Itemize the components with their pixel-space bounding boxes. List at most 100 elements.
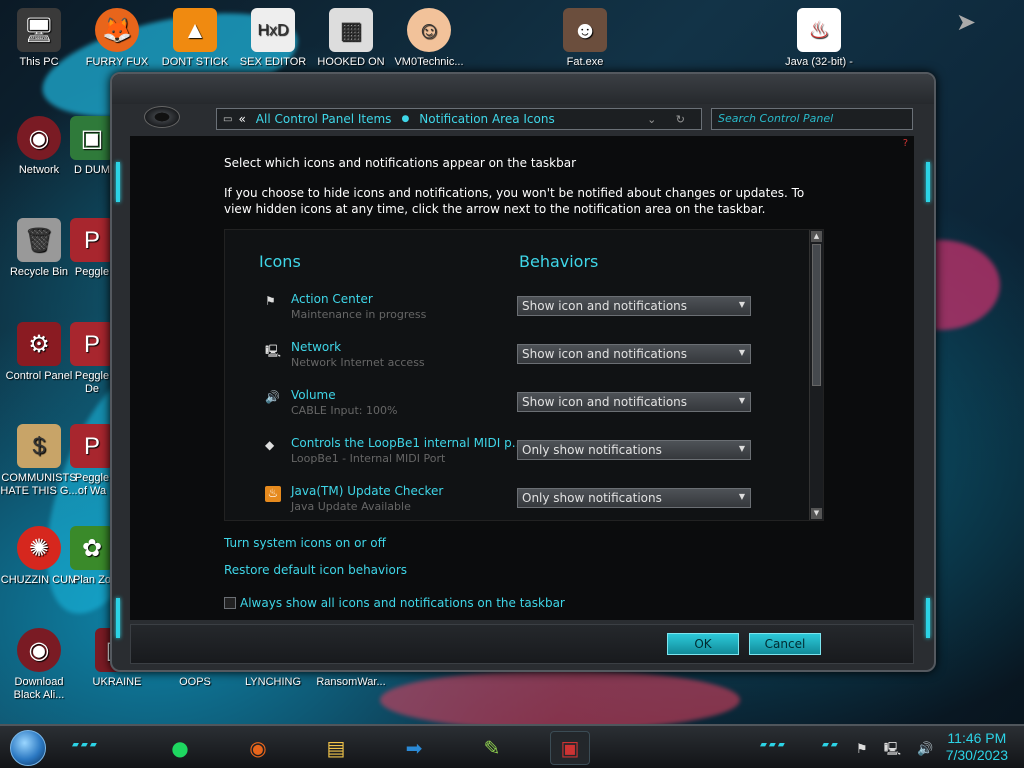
behavior-dropdown[interactable]: Show icon and notifications ▼ [517, 344, 751, 364]
breadcrumb-separator-icon: ● [401, 114, 410, 124]
row-name: Java(TM) Update Checker [291, 484, 444, 498]
desktop-icon-chuzzin[interactable]: ✺ CHUZZIN CUM [0, 526, 78, 587]
photo-icon: ☻ [563, 8, 607, 52]
desktop-icon-ransomware[interactable]: RansomWar... [312, 676, 390, 689]
window-title-bar[interactable] [112, 74, 934, 104]
taskbar-app-file-explorer[interactable]: ▤ [316, 731, 356, 765]
desktop-icon-vm0technic[interactable]: ☺ VM0Technic... [390, 8, 468, 69]
desktop-icon-oops[interactable]: OOPS [156, 676, 234, 689]
desktop-icon-label: COMMUNISTS HATE THIS G... [0, 472, 78, 497]
java-icon: ♨ [265, 486, 281, 502]
desktop-icon-communists[interactable]: $ COMMUNISTS HATE THIS G... [0, 424, 78, 498]
dropdown-value: Only show notifications [522, 491, 662, 505]
desktop-icon-dont-stick[interactable]: ▲ DONT STICK [156, 8, 234, 69]
taskbar-app-control-panel[interactable]: ▣ [550, 731, 590, 765]
arrow-app-icon: ➡ [405, 736, 423, 760]
page-heading: Select which icons and notifications app… [224, 156, 576, 170]
desktop-icon-sex-editor[interactable]: HxD SEX EDITOR [234, 8, 312, 69]
ok-button[interactable]: OK [667, 633, 739, 655]
always-show-checkbox[interactable] [224, 597, 236, 609]
midi-icon: ◆ [265, 438, 275, 452]
desktop-icon-java[interactable]: ♨ Java (32-bit) - [780, 8, 858, 69]
taskbar-app-firefox[interactable]: ◉ [238, 731, 278, 765]
content-area: ? Select which icons and notifications a… [130, 136, 914, 620]
behavior-dropdown[interactable]: Show icon and notifications ▼ [517, 296, 751, 316]
restore-defaults-link[interactable]: Restore default icon behaviors [224, 563, 407, 577]
breadcrumb-all-control-panel-items[interactable]: All Control Panel Items [256, 112, 392, 126]
dialog-footer: OK Cancel [130, 624, 914, 664]
window-accent-bar [116, 162, 120, 202]
row-subtitle: Network Internet access [291, 356, 425, 369]
row-name: Network [291, 340, 342, 354]
desktop-icon-network[interactable]: ◉ Network [0, 116, 78, 177]
vertical-scrollbar[interactable]: ▲ ▼ [809, 230, 823, 520]
desktop-icon-peggle-deluxe[interactable]: P Peggle De [70, 322, 114, 396]
clock-date: 7/30/2023 [945, 747, 1008, 763]
icons-column-header: Icons [259, 252, 301, 271]
desktop-icon-label: This PC [19, 56, 59, 68]
network-icon: 🖳 [265, 344, 282, 358]
always-show-checkbox-row[interactable]: Always show all icons and notifications … [224, 596, 565, 610]
window-accent-bar [116, 598, 120, 638]
behavior-dropdown[interactable]: Only show notifications ▼ [517, 440, 751, 460]
scroll-down-icon[interactable]: ▼ [811, 508, 822, 519]
desktop-icon-label: Download Black Ali... [13, 676, 65, 701]
desktop-icon-label: Java (32-bit) - [785, 56, 853, 68]
desktop-icon-dum[interactable]: ▣ D DUM [70, 116, 114, 177]
desktop-icon-control-panel[interactable]: ⚙ Control Panel [0, 322, 78, 383]
window-accent-bar [926, 598, 930, 638]
list-item: ♨ Java(TM) Update Checker Java Update Av… [261, 484, 801, 524]
address-bar[interactable]: ▭ « All Control Panel Items ● Notificati… [216, 108, 702, 130]
desktop-icon-label: Fat.exe [566, 56, 604, 68]
clock-time: 11:46 PM [947, 730, 1007, 746]
row-subtitle: Java Update Available [291, 500, 411, 513]
taskbar-decoration: ▰▰▰ [72, 740, 99, 750]
scroll-up-icon[interactable]: ▲ [811, 231, 822, 242]
back-chevron-icon[interactable]: « [238, 112, 245, 126]
page-description: If you choose to hide icons and notifica… [224, 186, 805, 216]
behaviors-column-header: Behaviors [519, 252, 599, 271]
scrollbar-thumb[interactable] [812, 244, 821, 386]
behavior-dropdown[interactable]: Show icon and notifications ▼ [517, 392, 751, 412]
desktop-icon-plants-zombies[interactable]: ✿ Plan Zo [70, 526, 114, 587]
turn-system-icons-link[interactable]: Turn system icons on or off [224, 536, 386, 550]
system-tray-icons[interactable]: ⚑ 🖳 🔊 [856, 740, 939, 762]
taskbar-app-notepad[interactable]: ✎ [472, 731, 512, 765]
taskbar-clock[interactable]: 11:46 PM 7/30/2023 [946, 730, 1008, 764]
behavior-dropdown[interactable]: Only show notifications ▼ [517, 488, 751, 508]
computer-icon: 🖥 [17, 8, 61, 52]
desktop-icon-fat-exe[interactable]: ☻ Fat.exe [546, 8, 624, 69]
dropdown-value: Show icon and notifications [522, 395, 688, 409]
search-input[interactable]: Search Control Panel [711, 108, 913, 130]
address-controls[interactable]: ⌄ ↻ [647, 113, 701, 126]
wallpaper-splash [380, 670, 740, 730]
row-name: Volume [291, 388, 336, 402]
dropdown-value: Only show notifications [522, 443, 662, 457]
desktop-icon-lynching[interactable]: LYNCHING [234, 676, 312, 689]
desktop-icon-furry-fux[interactable]: 🦊 FURRY FUX [78, 8, 156, 69]
row-name: Action Center [291, 292, 373, 306]
chuzzle-icon: ✺ [17, 526, 61, 570]
taskbar-app-remote[interactable]: ➡ [394, 731, 434, 765]
desktop-icon-peggle[interactable]: P Peggle [70, 218, 114, 279]
taskbar-app-spotify[interactable]: ● [160, 731, 200, 765]
help-icon[interactable]: ? [903, 138, 908, 149]
desktop-icon-peggle-wa[interactable]: P Peggle of Wa [70, 424, 114, 498]
cursor-icon: ➤ [956, 8, 977, 36]
desktop-icon-download-black[interactable]: ◉ Download Black Ali... [0, 628, 78, 702]
folder-icon: ▤ [326, 736, 346, 760]
start-button[interactable] [10, 730, 46, 766]
chevron-down-icon: ▼ [738, 300, 745, 309]
money-bag-icon: $ [17, 424, 61, 468]
desktop-icon-label: DONT STICK [161, 56, 229, 68]
desktop-icon-hooked-on[interactable]: ▦ HOOKED ON [312, 8, 390, 69]
desktop-icon-this-pc[interactable]: 🖥 This PC [0, 8, 78, 69]
desktop-icon-label: Peggle De [74, 370, 110, 395]
peggle-icon: P [70, 218, 114, 262]
desktop-icon-recycle-bin[interactable]: 🗑 Recycle Bin [0, 218, 78, 279]
cancel-button[interactable]: Cancel [749, 633, 821, 655]
desktop-icon-label: SEX EDITOR [239, 56, 307, 68]
list-item: 🔊 Volume CABLE Input: 100% Show icon and… [261, 388, 801, 428]
breadcrumb-notification-area-icons[interactable]: Notification Area Icons [419, 112, 554, 126]
chevron-down-icon: ▼ [738, 492, 745, 501]
